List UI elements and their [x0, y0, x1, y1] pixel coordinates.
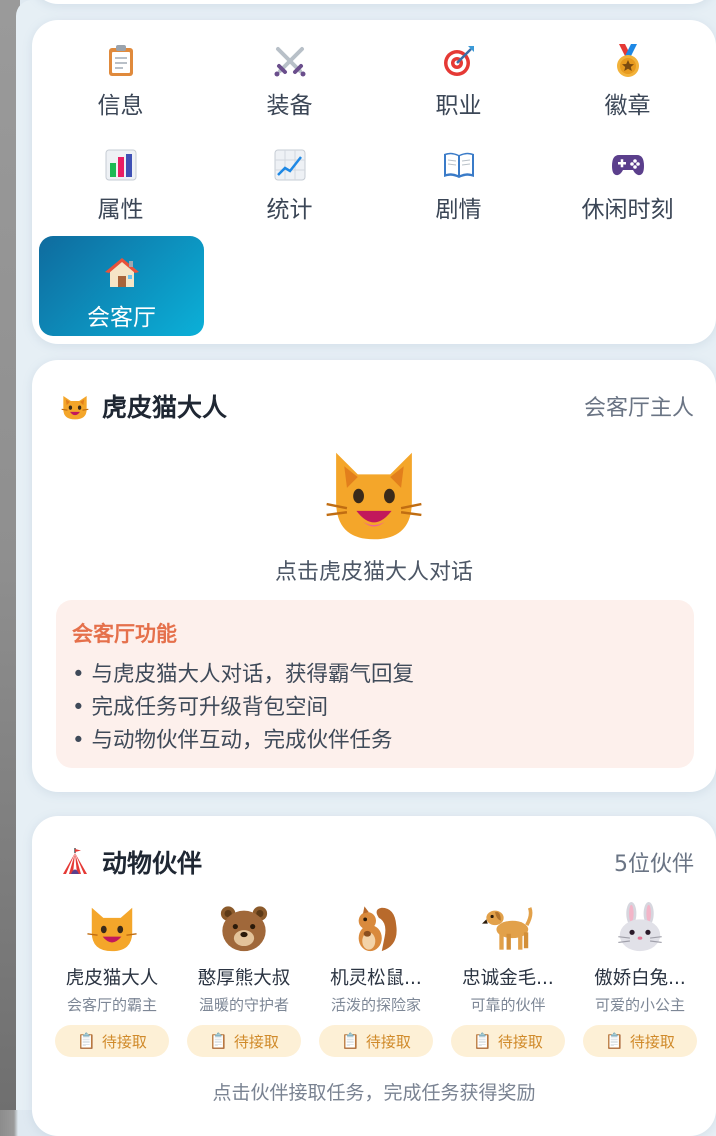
- nav-item-equipment[interactable]: 装备: [207, 24, 372, 124]
- nav-label: 剧情: [435, 197, 482, 223]
- nav-label: 统计: [266, 197, 313, 223]
- cat-icon: [86, 902, 138, 954]
- nav-item-story[interactable]: 剧情: [376, 128, 541, 228]
- nav-item-attributes[interactable]: 属性: [38, 128, 203, 228]
- partner-name: 机灵松鼠...: [330, 968, 422, 989]
- clipboard-icon: 📋: [341, 1032, 360, 1050]
- function-item: • 与动物伙伴互动，完成伙伴任务: [72, 728, 393, 753]
- cat-face-icon: [60, 391, 90, 421]
- accept-task-button[interactable]: 📋 待接取: [187, 1025, 301, 1057]
- nav-item-lounge[interactable]: 会客厅: [39, 236, 204, 336]
- clipboard-icon: 📋: [209, 1032, 228, 1050]
- partner-status: 待接取: [629, 1032, 675, 1051]
- dog-icon: [482, 902, 534, 954]
- lounge-header: 虎皮猫大人: [60, 388, 227, 424]
- accept-task-button[interactable]: 📋 待接取: [55, 1025, 169, 1057]
- nav-label: 信息: [97, 93, 144, 119]
- partners-count: 5位伙伴: [614, 852, 694, 877]
- partner-status: 待接取: [497, 1032, 543, 1051]
- circus-tent-icon: [60, 847, 90, 877]
- function-item: • 与虎皮猫大人对话，获得霸气回复: [72, 662, 415, 687]
- partner-name: 傲娇白兔...: [594, 968, 686, 989]
- partner-desc: 可靠的伙伴: [470, 996, 546, 1014]
- nav-grid: 信息 装备 职业 徽章 属性 统计 剧情 休闲时刻 会客厅: [32, 20, 716, 344]
- nav-item-profession[interactable]: 职业: [376, 24, 541, 124]
- partners-title: 动物伙伴: [102, 849, 203, 878]
- house-icon: [104, 256, 139, 290]
- partner-name: 忠诚金毛...: [462, 968, 554, 989]
- clipboard-icon: 📋: [473, 1032, 492, 1050]
- trend-chart-icon: [273, 148, 307, 182]
- nav-label: 职业: [435, 93, 482, 119]
- partner-cat[interactable]: 虎皮猫大人 会客厅的霸主 📋 待接取: [52, 902, 172, 1057]
- accept-task-button[interactable]: 📋 待接取: [319, 1025, 433, 1057]
- partner-desc: 活泼的探险家: [330, 996, 421, 1014]
- functions-title: 会客厅功能: [72, 622, 177, 646]
- partner-status: 待接取: [101, 1032, 147, 1051]
- previous-card-edge: [32, 0, 716, 4]
- target-icon: [442, 44, 476, 78]
- partner-status: 待接取: [233, 1032, 279, 1051]
- partner-name: 虎皮猫大人: [65, 968, 159, 989]
- partner-squirrel[interactable]: 机灵松鼠... 活泼的探险家 📋 待接取: [316, 902, 436, 1057]
- bar-chart-icon: [104, 148, 138, 182]
- partners-header: 动物伙伴: [60, 844, 202, 880]
- function-item: • 完成任务可升级背包空间: [72, 695, 329, 720]
- cat-face-icon: [326, 452, 422, 540]
- partner-desc: 会客厅的霸主: [66, 996, 157, 1014]
- nav-label: 会客厅: [87, 305, 156, 331]
- partner-status: 待接取: [365, 1032, 411, 1051]
- lounge-functions-box: 会客厅功能 • 与虎皮猫大人对话，获得霸气回复 • 完成任务可升级背包空间 • …: [56, 600, 694, 768]
- nav-label: 装备: [266, 93, 313, 119]
- nav-item-statistics[interactable]: 统计: [207, 128, 372, 228]
- nav-label: 休闲时刻: [581, 197, 674, 223]
- partner-name: 憨厚熊大叔: [197, 968, 291, 989]
- partner-rabbit[interactable]: 傲娇白兔... 可爱的小公主 📋 待接取: [580, 902, 700, 1057]
- lounge-title: 虎皮猫大人: [102, 393, 228, 422]
- nav-item-leisure[interactable]: 休闲时刻: [545, 128, 710, 228]
- partner-dog[interactable]: 忠诚金毛... 可靠的伙伴 📋 待接取: [448, 902, 568, 1057]
- clipboard-icon: [104, 44, 138, 78]
- medal-icon: [611, 44, 645, 78]
- clipboard-icon: 📋: [77, 1032, 96, 1050]
- partner-desc: 可爱的小公主: [594, 996, 685, 1014]
- squirrel-icon: [350, 902, 402, 954]
- open-book-icon: [442, 148, 476, 182]
- clipboard-icon: 📋: [605, 1032, 624, 1050]
- bear-icon: [218, 902, 270, 954]
- nav-label: 属性: [97, 197, 144, 223]
- tiger-cat-avatar[interactable]: [324, 450, 424, 542]
- rabbit-icon: [614, 902, 666, 954]
- nav-item-badge[interactable]: 徽章: [545, 24, 710, 124]
- game-controller-icon: [611, 148, 645, 182]
- lounge-role: 会客厅主人: [583, 396, 694, 421]
- partner-desc: 温暖的守护者: [198, 996, 289, 1014]
- partner-bear[interactable]: 憨厚熊大叔 温暖的守护者 📋 待接取: [184, 902, 304, 1057]
- nav-label: 徽章: [604, 93, 651, 119]
- accept-task-button[interactable]: 📋 待接取: [583, 1025, 697, 1057]
- accept-task-button[interactable]: 📋 待接取: [451, 1025, 565, 1057]
- lounge-card: 虎皮猫大人 会客厅主人 点击虎皮猫大人对话 会客厅功能 • 与虎皮猫大人对话，获…: [32, 360, 716, 792]
- nav-item-info[interactable]: 信息: [38, 24, 203, 124]
- crossed-swords-icon: [273, 44, 307, 78]
- partners-footer: 点击伙伴接取任务，完成任务获得奖励: [212, 1082, 536, 1104]
- partners-card: 动物伙伴 5位伙伴 虎皮猫大人 会客厅的霸主 📋 待接取 憨厚熊大叔 温暖的守护者…: [32, 816, 716, 1136]
- lounge-hint: 点击虎皮猫大人对话: [274, 560, 473, 585]
